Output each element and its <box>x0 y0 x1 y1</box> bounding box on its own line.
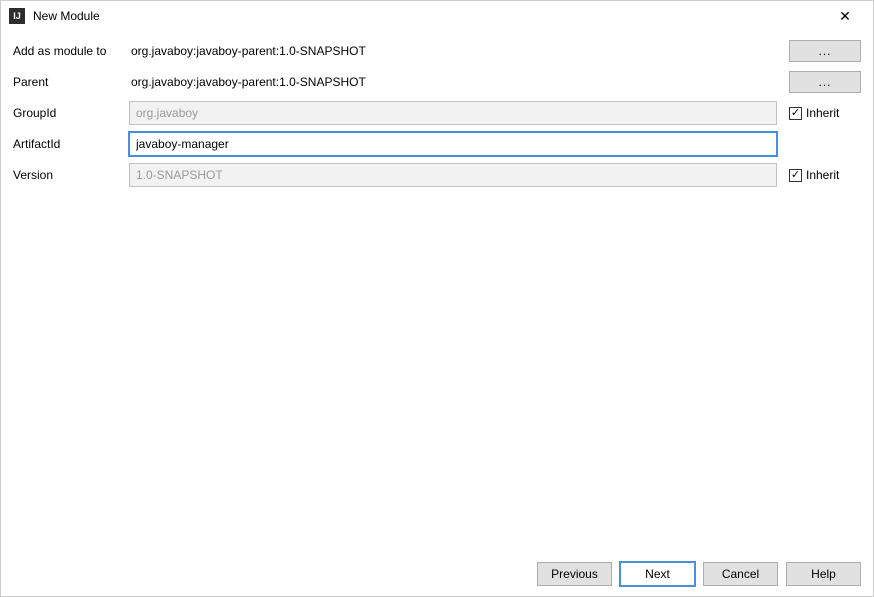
version-inherit-checkbox[interactable] <box>789 169 802 182</box>
version-inherit-label: Inherit <box>806 168 839 182</box>
version-label: Version <box>13 168 129 182</box>
group-id-input <box>129 101 777 125</box>
parent-value: org.javaboy:javaboy-parent:1.0-SNAPSHOT <box>129 75 777 89</box>
group-id-inherit-wrap: Inherit <box>789 106 861 120</box>
add-module-value: org.javaboy:javaboy-parent:1.0-SNAPSHOT <box>129 44 777 58</box>
parent-browse-button[interactable]: ... <box>789 71 861 93</box>
version-row: Version Inherit <box>13 163 861 187</box>
parent-label: Parent <box>13 75 129 89</box>
group-id-inherit-label: Inherit <box>806 106 839 120</box>
version-inherit-wrap: Inherit <box>789 168 861 182</box>
app-icon: IJ <box>9 8 25 24</box>
previous-button[interactable]: Previous <box>537 562 612 586</box>
group-id-row: GroupId Inherit <box>13 101 861 125</box>
next-button[interactable]: Next <box>620 562 695 586</box>
artifact-id-label: ArtifactId <box>13 137 129 151</box>
close-icon: ✕ <box>839 8 851 25</box>
add-module-browse-button[interactable]: ... <box>789 40 861 62</box>
help-button[interactable]: Help <box>786 562 861 586</box>
group-id-inherit-checkbox[interactable] <box>789 107 802 120</box>
titlebar: IJ New Module ✕ <box>1 1 873 31</box>
version-input <box>129 163 777 187</box>
add-module-label: Add as module to <box>13 44 129 58</box>
window-title: New Module <box>33 9 825 23</box>
footer: Previous Next Cancel Help <box>1 552 873 596</box>
cancel-button[interactable]: Cancel <box>703 562 778 586</box>
group-id-label: GroupId <box>13 106 129 120</box>
app-icon-label: IJ <box>13 11 21 21</box>
close-button[interactable]: ✕ <box>825 1 865 31</box>
form-content: Add as module to org.javaboy:javaboy-par… <box>1 31 873 202</box>
parent-row: Parent org.javaboy:javaboy-parent:1.0-SN… <box>13 70 861 94</box>
add-module-row: Add as module to org.javaboy:javaboy-par… <box>13 39 861 63</box>
artifact-id-input[interactable] <box>129 132 777 156</box>
artifact-id-row: ArtifactId <box>13 132 861 156</box>
